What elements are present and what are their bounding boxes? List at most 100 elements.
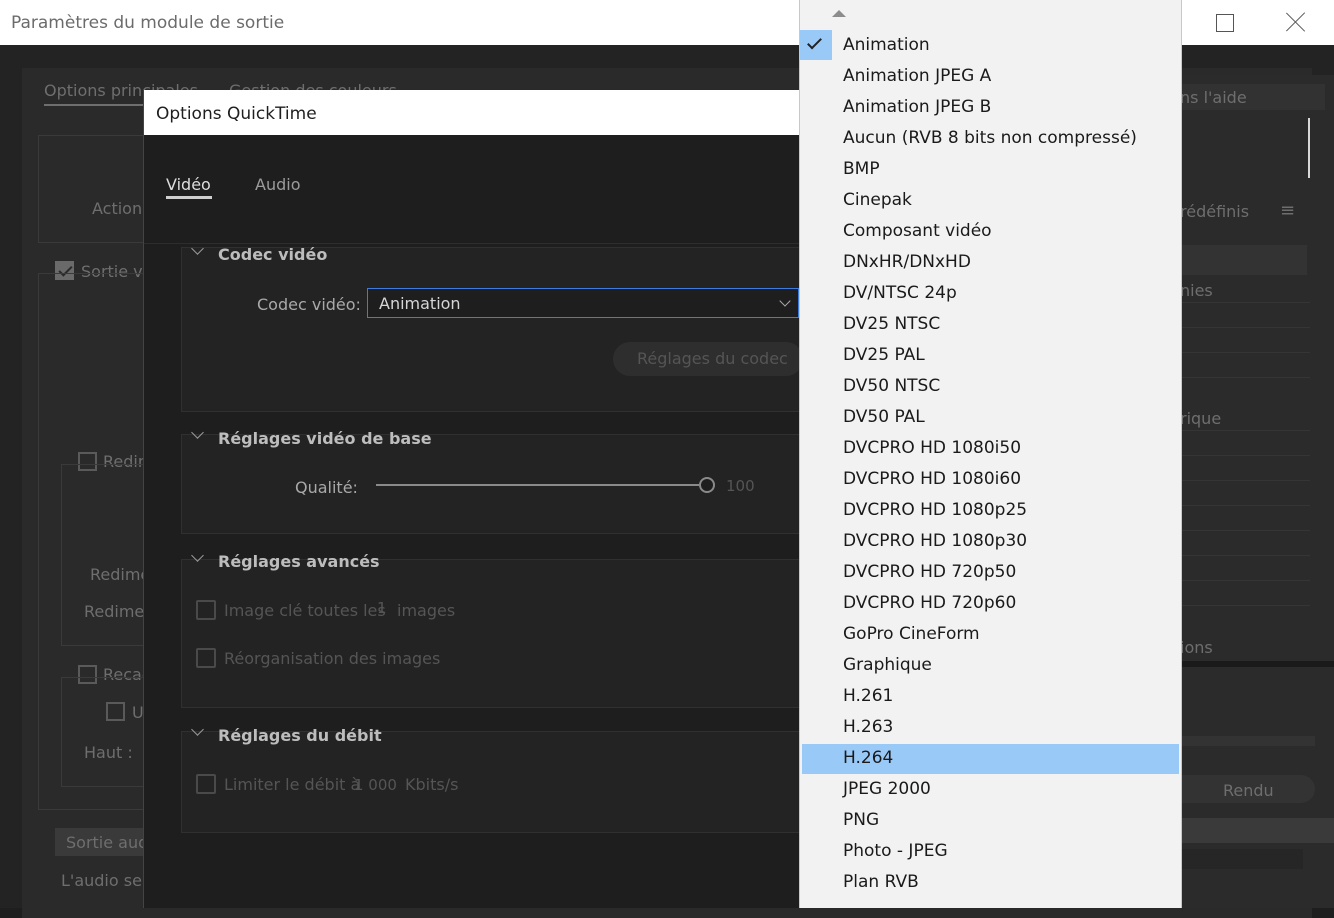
codec-option-label: H.263	[843, 717, 894, 737]
codec-option[interactable]: Animation JPEG A	[802, 62, 1179, 92]
rique-label: rique	[1180, 409, 1222, 428]
queue-row	[1180, 849, 1303, 869]
queue-header	[1180, 818, 1334, 843]
help-search-label: ns l'aide	[1180, 88, 1247, 107]
tab-audio[interactable]: Audio	[255, 175, 300, 194]
codec-option-label: DVCPRO HD 1080i50	[843, 438, 1022, 458]
resize-label-b: Redimer	[84, 602, 151, 621]
basic-section-title: Réglages vidéo de base	[218, 429, 432, 448]
codec-option-label: Composant vidéo	[843, 221, 992, 241]
close-icon[interactable]	[1285, 11, 1307, 33]
codec-option[interactable]: Composant vidéo	[802, 217, 1179, 247]
codec-option[interactable]: DV50 NTSC	[802, 372, 1179, 402]
codec-selected-value: Animation	[379, 294, 461, 313]
codec-option-label: DV50 PAL	[843, 407, 925, 427]
panel-separator	[1180, 661, 1334, 667]
codec-option[interactable]: Cinepak	[802, 186, 1179, 216]
codec-option[interactable]: Animation JPEG B	[802, 93, 1179, 123]
codec-option[interactable]: DV25 PAL	[802, 341, 1179, 371]
codec-settings-button[interactable]: Réglages du codec	[613, 342, 803, 376]
codec-option[interactable]: Graphique	[802, 651, 1179, 681]
codec-option-label: Graphique	[843, 655, 932, 675]
row-line	[1180, 455, 1310, 456]
menu-icon[interactable]: ≡	[1280, 200, 1295, 221]
codec-option-label: Plan RVB	[843, 872, 919, 892]
codec-option[interactable]: DV25 NTSC	[802, 310, 1179, 340]
codec-option[interactable]: H.261	[802, 682, 1179, 712]
row-line	[1180, 505, 1310, 506]
keyframe-label: Image clé toutes les	[224, 601, 386, 620]
codec-option[interactable]: JPEG 2000	[802, 775, 1179, 805]
quality-slider-handle[interactable]	[699, 477, 715, 493]
progress-bar	[1180, 736, 1315, 746]
codec-option[interactable]: DVCPRO HD 1080p25	[802, 496, 1179, 526]
codec-option[interactable]: BMP	[802, 155, 1179, 185]
row-line	[1180, 377, 1310, 378]
quality-label: Qualité:	[295, 478, 358, 497]
active-tab-indicator	[166, 196, 212, 199]
codec-label: Codec vidéo:	[257, 295, 361, 314]
codec-option[interactable]: DNxHR/DNxHD	[802, 248, 1179, 278]
quality-slider-track[interactable]	[376, 484, 699, 486]
codec-option-label: Animation JPEG B	[843, 97, 992, 117]
codec-option[interactable]: H.264	[802, 744, 1179, 774]
codec-option[interactable]: DV/NTSC 24p	[802, 279, 1179, 309]
audio-note-label: L'audio ser	[61, 871, 149, 890]
codec-option-label: JPEG 2000	[843, 779, 931, 799]
quality-value: 100	[726, 477, 755, 495]
top-label: Haut :	[84, 743, 133, 762]
codec-option-label: DNxHR/DNxHD	[843, 252, 971, 272]
dialog-title: Options QuickTime	[156, 104, 317, 124]
codec-option[interactable]: Plan RVB	[802, 868, 1179, 898]
reorder-checkbox[interactable]	[196, 648, 216, 668]
codec-option[interactable]: H.263	[802, 713, 1179, 743]
quicktime-options-dialog: Options QuickTime Vidéo Audio Codec vidé…	[143, 90, 841, 908]
codec-option[interactable]: Animation	[802, 31, 1179, 61]
codec-option[interactable]: Photo - JPEG	[802, 837, 1179, 867]
codec-option[interactable]: DVCPRO HD 1080i60	[802, 465, 1179, 495]
options-label: ions	[1180, 638, 1213, 657]
action-label: Action	[92, 199, 143, 218]
codec-option-label: DVCPRO HD 1080p30	[843, 531, 1028, 551]
row-line	[1180, 327, 1310, 328]
tab-video[interactable]: Vidéo	[166, 175, 211, 194]
keyframe-value[interactable]: 1	[377, 599, 387, 617]
tab-divider	[144, 243, 804, 244]
codec-option-label: PNG	[843, 810, 880, 830]
bitrate-section-title: Réglages du débit	[218, 726, 382, 745]
codec-option-label: Cinepak	[843, 190, 912, 210]
codec-option-label: DV25 PAL	[843, 345, 925, 365]
row-line	[1180, 302, 1310, 303]
codec-option-label: Animation	[843, 35, 930, 55]
keyframe-checkbox[interactable]	[196, 600, 216, 620]
codec-option[interactable]: GoPro CineForm	[802, 620, 1179, 650]
codec-option[interactable]: DVCPRO HD 720p50	[802, 558, 1179, 588]
limit-bitrate-checkbox[interactable]	[196, 774, 216, 794]
codec-option[interactable]: DVCPRO HD 720p60	[802, 589, 1179, 619]
chevron-down-icon	[779, 295, 791, 307]
scroll-up-icon[interactable]	[832, 10, 846, 17]
advanced-section	[181, 559, 841, 708]
codec-option-label: DVCPRO HD 1080i60	[843, 469, 1022, 489]
row-line	[1180, 430, 1310, 431]
checked-indicator	[800, 30, 832, 60]
codec-option-label: BMP	[843, 159, 880, 179]
codec-option[interactable]: DVCPRO HD 1080p30	[802, 527, 1179, 557]
preset-header	[1180, 245, 1307, 275]
keyframe-unit: images	[397, 601, 456, 620]
advanced-section-title: Réglages avancés	[218, 552, 380, 571]
codec-option[interactable]: DV50 PAL	[802, 403, 1179, 433]
codec-option[interactable]: PNG	[802, 806, 1179, 836]
crop-u-checkbox[interactable]	[106, 702, 125, 721]
codec-select[interactable]: Animation	[367, 288, 799, 318]
maximize-icon[interactable]	[1216, 14, 1234, 32]
codec-option-label: DVCPRO HD 720p50	[843, 562, 1017, 582]
codec-option[interactable]: DVCPRO HD 1080i50	[802, 434, 1179, 464]
limit-bitrate-value[interactable]: 1 000	[354, 776, 397, 794]
codec-dropdown-list[interactable]: Animation Animation JPEG A Animation JPEG …	[799, 0, 1182, 908]
resize-label-a: Redime	[90, 565, 151, 584]
codec-option-label: DV/NTSC 24p	[843, 283, 957, 303]
codec-section	[181, 247, 841, 412]
right-panel: ns l'aide rédéfinis ≡ nies rique ions Re…	[1180, 75, 1334, 908]
codec-option[interactable]: Aucun (RVB 8 bits non compressé)	[802, 124, 1179, 154]
